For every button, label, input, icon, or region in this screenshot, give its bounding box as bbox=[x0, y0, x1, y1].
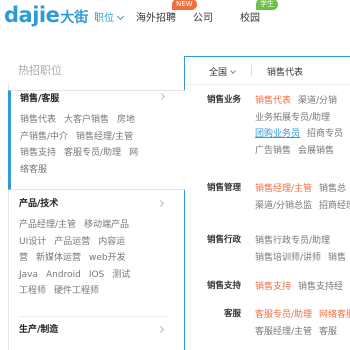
category-link[interactable]: 产品经理/主管 bbox=[19, 220, 76, 230]
job-link[interactable]: 销售总 bbox=[319, 184, 346, 194]
category-manufacturing[interactable]: 生产/制造 bbox=[9, 324, 185, 336]
category-link[interactable]: 移动端产品 bbox=[84, 220, 129, 230]
job-link[interactable]: 销售经理/主管 bbox=[255, 184, 312, 194]
logo-text-cn: 大街 bbox=[60, 10, 89, 26]
group-items: 销售经理/主管销售总 渠道/分销总监招商经理 bbox=[255, 181, 350, 214]
group-label: 销售支持 bbox=[206, 281, 241, 291]
job-link[interactable]: 销售支持经 bbox=[298, 282, 343, 292]
job-link[interactable]: 渠道/分销总监 bbox=[255, 201, 312, 211]
category-link[interactable]: 测试 bbox=[112, 270, 130, 280]
nav-campus-label: 校园 bbox=[240, 13, 260, 24]
current-position: 销售代表 bbox=[267, 68, 304, 78]
nav-company[interactable]: 公司 bbox=[193, 9, 213, 24]
job-link[interactable]: 广告销售 bbox=[255, 146, 291, 156]
nav-campus[interactable]: 校园 bbox=[240, 9, 260, 24]
category-link[interactable]: Java bbox=[19, 270, 38, 280]
category-link[interactable]: 销售经理/主管 bbox=[76, 132, 133, 142]
nav-job[interactable]: 职位 bbox=[94, 9, 125, 24]
group-label: 客服 bbox=[223, 309, 241, 319]
nav-company-label: 公司 bbox=[193, 13, 213, 24]
job-link[interactable]: 业务拓展专员/助理 bbox=[255, 113, 330, 123]
subcategory-panel: 全国 销售代表 销售业务 销售代表 渠道/分销 业务拓展专员/助理 团购业务员 招商… bbox=[184, 56, 350, 350]
nav-overseas[interactable]: 海外招聘 bbox=[136, 9, 176, 24]
category-link[interactable]: 络客服 bbox=[20, 165, 47, 175]
category-link[interactable]: 房地 bbox=[117, 115, 135, 125]
city-label: 全国 bbox=[209, 68, 228, 78]
dajie-logo[interactable]: dajie 大街 bbox=[4, 3, 88, 27]
panel-divider bbox=[185, 84, 350, 85]
breadcrumb-separator bbox=[251, 65, 252, 76]
logo-text-en: dajie bbox=[4, 3, 60, 27]
job-link[interactable]: 销售 bbox=[328, 253, 346, 263]
group-label: 销售业务 bbox=[206, 95, 241, 105]
group-items: 销售代表 渠道/分销 业务拓展专员/助理 团购业务员 招商专员 广告销售 会展销售 bbox=[255, 93, 350, 159]
job-link[interactable]: 网络客服 bbox=[319, 310, 350, 320]
category-items: 销售代表 大客户销售 房地 产销售/中介 销售经理/主管 销售支持 客服专员/助理网 络… bbox=[20, 112, 170, 178]
chevron-down-icon bbox=[230, 68, 236, 74]
job-link[interactable]: 销售支持 bbox=[255, 282, 291, 292]
student-badge: 学生 bbox=[256, 0, 278, 10]
category-link[interactable]: 产品运营 bbox=[54, 237, 90, 247]
group-items: 销售行政专员/助理 销售培训师/讲师 销售 bbox=[255, 233, 350, 266]
category-product-tech[interactable]: 产品/技术 产品经理/主管 移动端产品 UI设计 产品运营 内容运 营新媒体运营 web… bbox=[9, 198, 185, 300]
category-link[interactable]: 销售代表 bbox=[20, 115, 56, 125]
category-link[interactable]: 新媒体运营 bbox=[36, 253, 81, 263]
job-link[interactable]: 渠道/分销 bbox=[298, 96, 337, 106]
group-items: 销售支持 销售支持经 bbox=[255, 279, 350, 296]
category-link[interactable]: 硬件工程师 bbox=[54, 286, 99, 296]
job-link[interactable]: 销售代表 bbox=[255, 96, 291, 106]
group-items: 客服专员/助理网络客服 客服经理/主管客服 bbox=[255, 307, 350, 340]
hot-jobs-title: 热招职位 bbox=[18, 64, 62, 77]
category-link[interactable]: 销售支持 bbox=[20, 148, 56, 158]
category-link[interactable]: Android bbox=[46, 270, 81, 280]
category-sales[interactable]: 销售/客服 销售代表 大客户销售 房地 产销售/中介 销售经理/主管 销售支持 客服专员… bbox=[8, 90, 186, 190]
category-panel: 销售/客服 销售代表 大客户销售 房地 产销售/中介 销售经理/主管 销售支持 客服专员… bbox=[8, 84, 186, 350]
category-items: 产品经理/主管 移动端产品 UI设计 产品运营 内容运 营新媒体运营 web开发 Jav… bbox=[19, 217, 169, 300]
category-link[interactable]: 产销售/中介 bbox=[20, 132, 68, 142]
job-link[interactable]: 客服经理/主管 bbox=[255, 327, 312, 337]
category-link[interactable]: 客服专员/助理 bbox=[64, 148, 121, 158]
chevron-down-icon bbox=[116, 12, 125, 21]
group-label: 销售行政 bbox=[206, 235, 241, 245]
category-link[interactable]: 网 bbox=[129, 148, 138, 158]
category-link[interactable]: IOS bbox=[89, 270, 104, 280]
job-link[interactable]: 会展销售 bbox=[298, 146, 334, 156]
job-link[interactable]: 团购业务员 bbox=[255, 129, 300, 139]
city-selector[interactable]: 全国 bbox=[209, 65, 236, 78]
group-label: 销售管理 bbox=[206, 183, 241, 193]
category-link[interactable]: web开发 bbox=[89, 253, 126, 263]
category-link[interactable]: 内容运 bbox=[98, 237, 125, 247]
top-header: dajie 大街 职位 海外招聘 NEW 公司 校园 学生 bbox=[0, 0, 350, 34]
job-link[interactable]: 招商经理 bbox=[319, 201, 350, 211]
category-link[interactable]: 大客户销售 bbox=[64, 115, 109, 125]
nav-overseas-label: 海外招聘 bbox=[136, 13, 176, 24]
category-link[interactable]: 营 bbox=[19, 253, 28, 263]
category-link[interactable]: 工程师 bbox=[19, 286, 46, 296]
job-link[interactable]: 销售行政专员/助理 bbox=[255, 236, 330, 246]
category-link[interactable]: UI设计 bbox=[19, 237, 46, 247]
job-link[interactable]: 客服专员/助理 bbox=[255, 310, 312, 320]
nav-job-label: 职位 bbox=[94, 13, 114, 24]
job-link[interactable]: 客服 bbox=[319, 327, 337, 337]
job-link[interactable]: 销售培训师/讲师 bbox=[255, 253, 321, 263]
category-divider bbox=[19, 316, 169, 317]
job-link[interactable]: 招商专员 bbox=[307, 129, 343, 139]
